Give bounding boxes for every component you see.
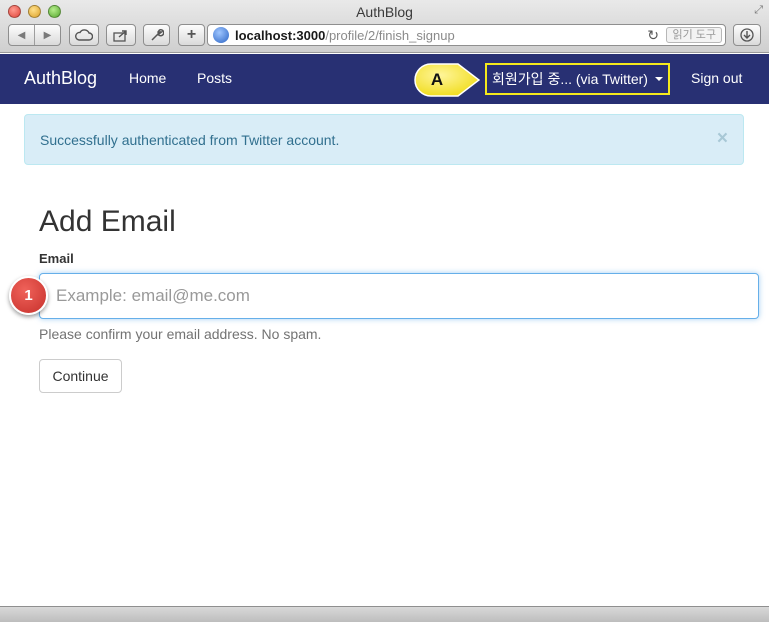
back-forward-buttons: ◀ ▶ [8,24,61,46]
fullscreen-icon[interactable]: ⤢ [754,4,763,17]
continue-button[interactable]: Continue [39,359,122,393]
site-favicon-icon [213,27,229,43]
window-title: AuthBlog [356,4,413,20]
caret-down-icon [654,77,663,81]
success-alert: Successfully authenticated from Twitter … [24,114,744,165]
step-badge-1: 1 [9,276,48,315]
back-icon[interactable]: ◀ [9,25,34,45]
new-tab-button[interactable]: + [178,24,205,46]
icloud-tabs-button[interactable] [69,24,99,46]
share-button[interactable] [106,24,136,46]
user-menu-dropdown[interactable]: 회원가입 중... (via Twitter) [485,63,670,95]
url-path: /profile/2/finish_signup [325,27,455,43]
sign-out-link[interactable]: Sign out [691,70,742,86]
address-bar[interactable]: localhost:3000 /profile/2/finish_signup … [207,24,726,46]
nav-home[interactable]: Home [129,70,166,86]
download-icon [740,28,754,42]
callout-a-label: A [430,70,444,89]
app-navbar: AuthBlog Home Posts 회원가입 중... (via Twitt… [0,54,769,104]
page-title: Add Email [39,205,176,238]
reader-button[interactable]: 읽기 도구 [666,27,722,43]
email-field[interactable] [39,273,759,319]
reload-icon[interactable]: ↻ [647,27,659,44]
wrench-icon [150,29,164,41]
close-icon[interactable]: × [717,129,728,148]
settings-button[interactable] [143,24,170,46]
email-label: Email [39,251,74,266]
user-menu-label: 회원가입 중... (via Twitter) [492,71,648,87]
add-tab-icon: + [186,26,197,43]
alert-message: Successfully authenticated from Twitter … [40,132,340,148]
downloads-button[interactable] [733,24,761,46]
nav-posts[interactable]: Posts [197,70,232,86]
share-icon [113,29,127,42]
brand-link[interactable]: AuthBlog [24,68,97,89]
email-help-text: Please confirm your email address. No sp… [39,326,322,342]
browser-statusbar [0,606,769,622]
cloud-icon [75,29,93,41]
url-host: localhost:3000 [235,27,326,43]
browser-titlebar: AuthBlog ⤢ ◀ ▶ + localhost:3000 /profile… [0,0,769,53]
forward-icon[interactable]: ▶ [34,25,60,45]
